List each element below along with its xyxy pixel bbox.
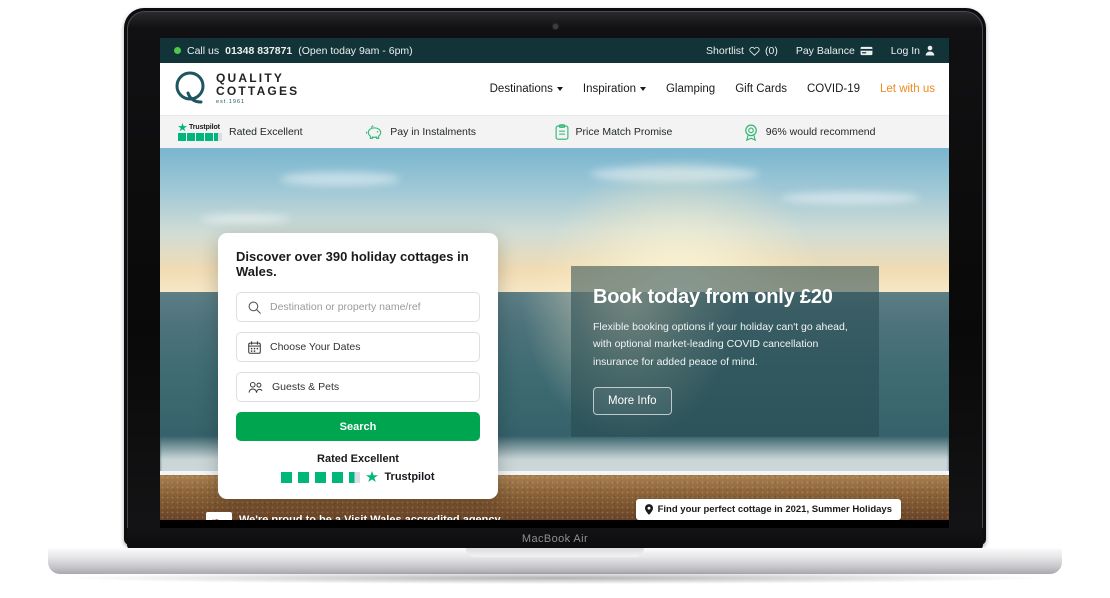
hero-section: Discover over 390 holiday cottages in Wa… (160, 148, 949, 528)
more-info-button[interactable]: More Info (593, 386, 672, 415)
nav-label: Let with us (880, 83, 935, 95)
cloud-shape (280, 172, 400, 186)
trustpilot-rating: Trustpilot (236, 471, 480, 483)
destination-placeholder: Destination or property name/ref (270, 301, 421, 313)
shortlist-link[interactable]: Shortlist (0) (706, 45, 778, 57)
laptop-shadow (70, 572, 1040, 584)
star-box (298, 471, 310, 483)
nav-item-glamping[interactable]: Glamping (666, 83, 715, 95)
promo-body: Flexible booking options if your holiday… (593, 321, 848, 368)
usp-item-would-recommend: 96% would recommend (743, 124, 931, 141)
log-in-link[interactable]: Log In (891, 45, 935, 57)
usp-strip: Trustpilot Rated Excellent Pay in Instal… (160, 115, 949, 148)
nav-item-inspiration[interactable]: Inspiration (583, 83, 646, 95)
nav-label: Inspiration (582, 83, 636, 95)
piggy-bank-icon (366, 125, 382, 139)
search-panel-title: Discover over 390 holiday cottages in Wa… (236, 249, 469, 279)
utility-topbar: Call us 01348 837871 (Open today 9am - 6… (160, 38, 949, 63)
site-header: QUALITY COTTAGES est.1961 Destinations I… (160, 63, 949, 115)
browser-viewport: Call us 01348 837871 (Open today 9am - 6… (160, 38, 949, 528)
location-badge-label: Find your perfect cottage in 2021, Summe… (657, 504, 892, 515)
search-icon (248, 301, 261, 314)
device-label: MacBook Air (521, 533, 589, 545)
guests-icon (248, 381, 263, 393)
usp-item-rated-excellent: Trustpilot Rated Excellent (178, 123, 366, 141)
dates-label: Choose Your Dates (270, 341, 361, 353)
trustpilot-name: Trustpilot (384, 471, 435, 483)
usp-item-pay-in-instalments: Pay in Instalments (366, 125, 554, 140)
star-box (332, 471, 344, 483)
viewport-cutoff (160, 520, 949, 528)
nav-label: Destinations (489, 83, 553, 95)
credit-card-icon (860, 46, 873, 55)
usp-label: Price Match Promise (575, 126, 673, 138)
clipboard-icon (555, 124, 568, 140)
chevron-down-icon (639, 87, 646, 91)
main-navigation: Destinations Inspiration Glamping Gift C… (490, 83, 935, 95)
guests-pets-picker[interactable]: Guests & Pets (236, 372, 480, 402)
pay-balance-link[interactable]: Pay Balance (796, 45, 873, 57)
trustpilot-stars (178, 133, 222, 141)
pay-balance-label: Pay Balance (795, 44, 855, 57)
promo-panel: Book today from only £20 Flexible bookin… (571, 266, 879, 437)
star-box-half (214, 133, 222, 141)
nav-item-let-with-us[interactable]: Let with us (880, 83, 935, 95)
search-button[interactable]: Search (236, 412, 480, 441)
star-box (205, 133, 213, 141)
utility-links: Shortlist (0) Pay Balance Log In (706, 45, 935, 57)
usp-label: Rated Excellent (229, 126, 303, 138)
nav-item-covid-19[interactable]: COVID-19 (807, 83, 860, 95)
nav-label: Glamping (665, 83, 716, 95)
laptop-chin: MacBook Air (127, 528, 983, 550)
nav-item-destinations[interactable]: Destinations (490, 83, 563, 95)
rated-excellent-label: Rated Excellent (317, 453, 399, 465)
cloud-shape (200, 214, 290, 224)
chevron-down-icon (556, 87, 563, 91)
logo-established: est.1961 (216, 98, 246, 105)
star-box (281, 471, 293, 483)
search-panel: Discover over 390 holiday cottages in Wa… (218, 233, 498, 499)
rosette-icon (744, 124, 757, 141)
usp-item-price-match-promise: Price Match Promise (555, 124, 743, 140)
user-icon (925, 45, 935, 56)
nav-label: COVID-19 (806, 83, 861, 95)
call-us-label: Call us (187, 44, 220, 57)
status-dot-icon (174, 47, 181, 54)
phone-number[interactable]: 01348 837871 (225, 45, 292, 57)
location-badge[interactable]: Find your perfect cottage in 2021, Summe… (635, 499, 901, 520)
heart-icon (749, 46, 760, 56)
site-logo[interactable]: QUALITY COTTAGES est.1961 (174, 69, 299, 109)
guests-label: Guests & Pets (272, 381, 340, 393)
screenshot-stage: Call us 01348 837871 (Open today 9am - 6… (0, 0, 1110, 598)
contact-info: Call us 01348 837871 (Open today 9am - 6… (174, 45, 413, 57)
shortlist-count: (0) (764, 44, 778, 57)
log-in-label: Log In (890, 44, 920, 57)
map-pin-icon (644, 504, 653, 515)
usp-label: 96% would recommend (765, 126, 876, 138)
trustpilot-name: Trustpilot (189, 124, 220, 131)
destination-input[interactable]: Destination or property name/ref (236, 292, 480, 322)
webcam-icon (553, 24, 558, 29)
star-box (178, 133, 186, 141)
quality-cottages-q-icon (175, 71, 205, 104)
star-box (187, 133, 195, 141)
shortlist-label: Shortlist (706, 44, 744, 57)
promo-heading: Book today from only £20 (593, 286, 833, 308)
star-box (315, 471, 327, 483)
trustpilot-icon: Trustpilot (178, 123, 222, 141)
star-box (196, 133, 204, 141)
nav-item-gift-cards[interactable]: Gift Cards (735, 83, 787, 95)
dates-picker[interactable]: Choose Your Dates (236, 332, 480, 362)
usp-label: Pay in Instalments (390, 126, 477, 138)
opening-hours: (Open today 9am - 6pm) (298, 44, 413, 57)
calendar-icon (248, 340, 261, 354)
logo-wordmark: QUALITY COTTAGES est.1961 (216, 72, 299, 106)
nav-label: Gift Cards (735, 83, 787, 95)
star-icon (178, 123, 187, 132)
star-box-half (349, 471, 361, 483)
laptop-base-notch (466, 548, 644, 557)
logo-line-2: COTTAGES (216, 84, 300, 99)
star-icon (366, 471, 379, 482)
